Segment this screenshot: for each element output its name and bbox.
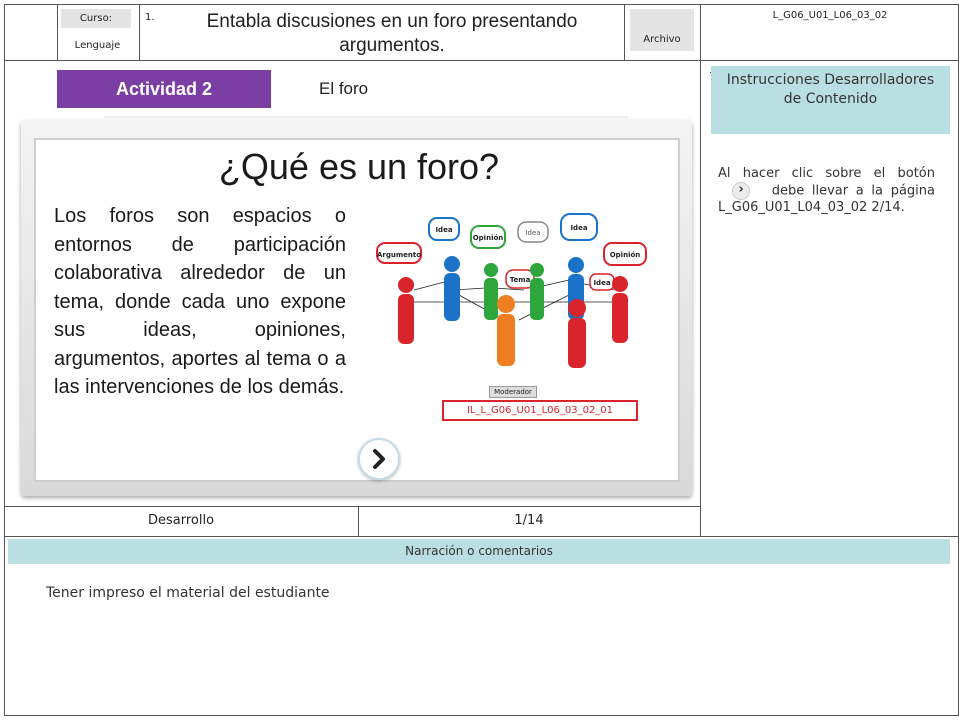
forum-illustration: Argumento Idea Opinión Idea Idea Opinión… bbox=[374, 210, 660, 370]
instructions-title: Instrucciones Desarrolladores de Conteni… bbox=[711, 66, 950, 134]
instructions-text: Al hacer clic sobre el botón › debe llev… bbox=[718, 166, 935, 216]
bubble-idea-1: Idea bbox=[435, 226, 452, 234]
subject-label: Lenguaje bbox=[74, 40, 121, 51]
slide-heading: ¿Qué es un foro? bbox=[218, 146, 500, 187]
page-number: 1/14 bbox=[514, 513, 544, 528]
course-tag: Curso: bbox=[61, 9, 131, 28]
activity-underline bbox=[104, 116, 628, 118]
storyboard-title: Entabla discusiones en un foro presentan… bbox=[206, 11, 578, 56]
narration-title: Narración o comentarios bbox=[8, 539, 950, 564]
bubble-idea-3: Idea bbox=[570, 224, 587, 232]
header-col-3 bbox=[624, 4, 625, 60]
header-divider bbox=[4, 60, 959, 61]
footer-divider-top bbox=[4, 506, 700, 507]
narration-text: Tener impreso el material del estudiante bbox=[46, 585, 330, 601]
main-divider bbox=[700, 4, 701, 536]
slide-content: ¿Qué es un foro? Los foros son espacios … bbox=[34, 138, 680, 482]
image-id-label: IL_L_G06_U01_L06_03_02_01 bbox=[442, 400, 638, 421]
section-label: Desarrollo bbox=[147, 513, 215, 528]
bubble-tema: Tema bbox=[510, 276, 531, 284]
bubble-opinion-2: Opinión bbox=[610, 251, 641, 259]
inline-next-icon: › bbox=[732, 182, 750, 200]
activity-badge: Actividad 2 bbox=[57, 70, 271, 108]
border-left bbox=[4, 4, 5, 716]
activity-name: El foro bbox=[319, 79, 369, 98]
footer-divider-bottom bbox=[4, 536, 959, 537]
bubble-argumento: Argumento bbox=[377, 251, 421, 259]
slide-body-text: Los foros son espacios o entornos de par… bbox=[54, 205, 346, 398]
instructions-text-before: Al hacer clic sobre el botón bbox=[718, 166, 935, 181]
bubble-idea-2: Idea bbox=[525, 229, 540, 237]
slide-frame: ¿Qué es un foro? Los foros son espacios … bbox=[21, 120, 692, 496]
screen-code: L_G06_U01_L06_03_02 bbox=[772, 10, 888, 21]
header-col-2 bbox=[139, 4, 140, 60]
border-bottom bbox=[4, 715, 959, 716]
next-button[interactable] bbox=[358, 438, 400, 480]
border-right bbox=[958, 4, 959, 716]
bubble-opinion-1: Opinión bbox=[473, 234, 504, 242]
moderator-label: Moderador bbox=[489, 386, 537, 398]
bubble-idea-4: Idea bbox=[593, 279, 610, 287]
chevron-right-icon bbox=[373, 449, 385, 469]
instructions-text-after: debe llevar a la página L_G06_U01_L04_03… bbox=[718, 183, 935, 216]
header-col-1 bbox=[57, 4, 58, 60]
title-number: 1. bbox=[145, 12, 155, 23]
border-top bbox=[4, 4, 959, 5]
file-tag: Archivo bbox=[630, 9, 694, 51]
